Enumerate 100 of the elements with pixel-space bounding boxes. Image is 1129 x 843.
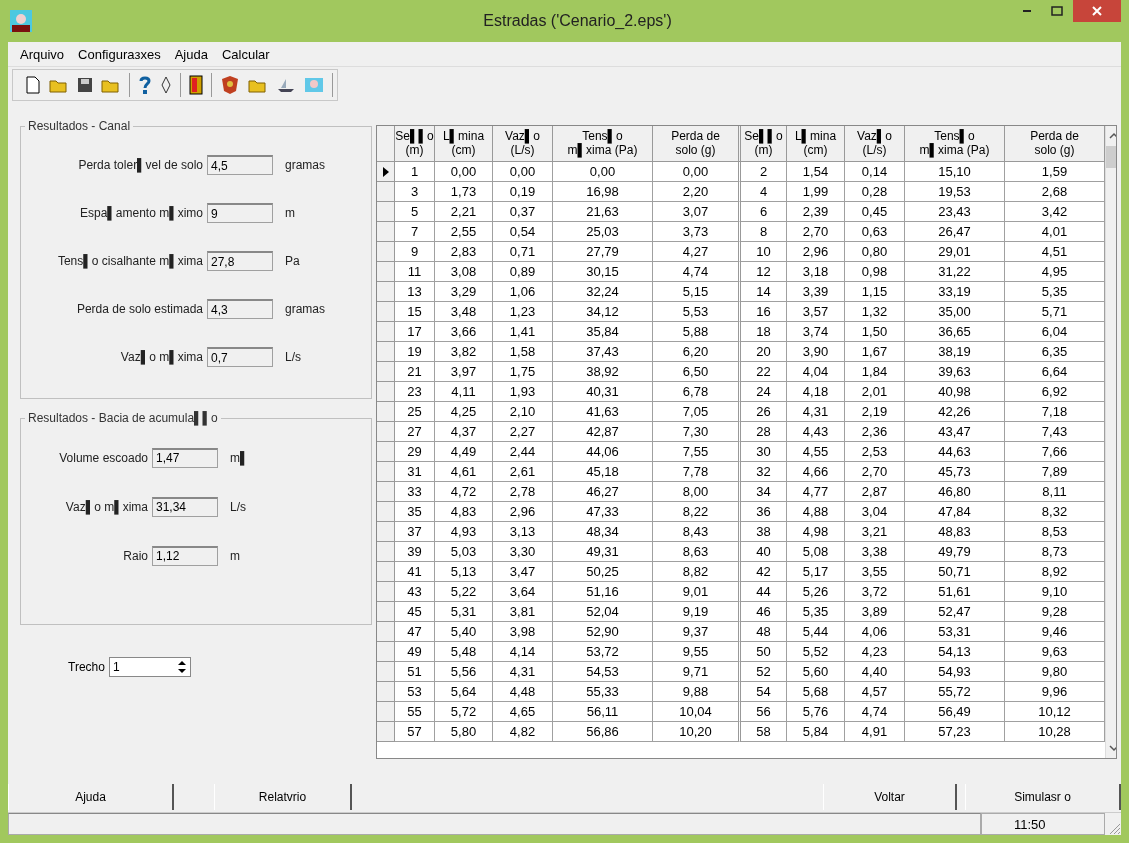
- output-field[interactable]: 4,5: [207, 155, 273, 175]
- table-cell: 2,39: [787, 202, 845, 222]
- resize-grip-icon[interactable]: [1107, 821, 1121, 835]
- table-cell: 2,53: [845, 442, 905, 462]
- table-cell: 9,01: [653, 582, 741, 602]
- table-cell: 48,34: [553, 522, 653, 542]
- table-cell: 3,90: [787, 342, 845, 362]
- output-field[interactable]: 27,8: [207, 251, 273, 271]
- question-mark-icon[interactable]: [138, 75, 152, 95]
- column-header: Perda de solo (g): [653, 126, 741, 162]
- output-field[interactable]: 0,7: [207, 347, 273, 367]
- table-cell: 56,86: [553, 722, 653, 742]
- row-header[interactable]: [377, 162, 395, 182]
- table-cell: 0,71: [493, 242, 553, 262]
- table-cell: 4,72: [435, 482, 493, 502]
- picture-icon[interactable]: [304, 76, 324, 94]
- table-cell: 4,04: [787, 362, 845, 382]
- table-cell: 26,47: [905, 222, 1005, 242]
- table-cell: 7,05: [653, 402, 741, 422]
- table-cell: 22: [741, 362, 787, 382]
- output-field[interactable]: 9: [207, 203, 273, 223]
- table-cell: 7,55: [653, 442, 741, 462]
- output-field[interactable]: 1,47: [152, 447, 218, 468]
- table-cell: 46: [741, 602, 787, 622]
- scroll-down-icon[interactable]: [1108, 744, 1116, 752]
- table-cell: 7,30: [653, 422, 741, 442]
- table-cell: 9: [395, 242, 435, 262]
- table-cell: 57: [395, 722, 435, 742]
- table-cell: 55,72: [905, 682, 1005, 702]
- table-cell: 30: [741, 442, 787, 462]
- table-cell: 23,43: [905, 202, 1005, 222]
- table-cell: 2,83: [435, 242, 493, 262]
- table-cell: 9,55: [653, 642, 741, 662]
- table-cell: 2,21: [435, 202, 493, 222]
- table-cell: 36: [741, 502, 787, 522]
- table-cell: 0,00: [653, 162, 741, 182]
- table-cell: 39: [395, 542, 435, 562]
- dialog-button[interactable]: Relatvrio: [214, 784, 352, 810]
- table-cell: 0,00: [435, 162, 493, 182]
- table-cell: 3,47: [493, 562, 553, 582]
- table-cell: 8: [741, 222, 787, 242]
- table-cell: 19,53: [905, 182, 1005, 202]
- exit-door-icon[interactable]: [189, 75, 203, 95]
- table-cell: 47,84: [905, 502, 1005, 522]
- output-field[interactable]: 4,3: [207, 299, 273, 319]
- table-cell: 2,20: [653, 182, 741, 202]
- table-cell: 4,65: [493, 702, 553, 722]
- spin-field[interactable]: 1: [108, 657, 191, 677]
- unit-label: L/s: [285, 350, 301, 364]
- scroll-up-icon[interactable]: [1108, 132, 1116, 140]
- field-label: Vaz▌o m▌xima: [119, 350, 204, 364]
- table-cell: 6,20: [653, 342, 741, 362]
- table-cell: 4,49: [435, 442, 493, 462]
- dialog-button[interactable]: Ajuda: [8, 784, 174, 810]
- dialog-button[interactable]: Voltar: [823, 784, 957, 810]
- table-cell: 4,57: [845, 682, 905, 702]
- table-cell: 10,04: [653, 702, 741, 722]
- column-header: Se▌▌o (m): [395, 126, 435, 162]
- table-cell: 45,18: [553, 462, 653, 482]
- dialog-button[interactable]: Simulasr o: [965, 784, 1121, 810]
- minimize-icon: [1023, 10, 1031, 12]
- table-cell: 54,53: [553, 662, 653, 682]
- table-cell: 34,12: [553, 302, 653, 322]
- table-cell: 0,00: [553, 162, 653, 182]
- table-cell: 4,93: [435, 522, 493, 542]
- table-cell: 18: [741, 322, 787, 342]
- table-cell: 4,83: [435, 502, 493, 522]
- emblem-icon[interactable]: [220, 75, 240, 95]
- table-cell: 4,66: [787, 462, 845, 482]
- table-cell: 3,64: [493, 582, 553, 602]
- menu-item[interactable]: Ajuda: [174, 46, 208, 62]
- unit-label: Pa: [285, 254, 300, 268]
- table-cell: 7,78: [653, 462, 741, 482]
- output-field[interactable]: 31,34: [152, 496, 218, 517]
- new-file-icon[interactable]: [25, 76, 41, 94]
- table-cell: 6,50: [653, 362, 741, 382]
- unit-label: gramas: [285, 158, 325, 172]
- table-cell: 3,82: [435, 342, 493, 362]
- table-cell: 3,72: [845, 582, 905, 602]
- output-field[interactable]: 1,12: [152, 545, 218, 566]
- close-icon: [1091, 5, 1103, 17]
- table-cell: 1: [395, 162, 435, 182]
- table-cell: 1,73: [435, 182, 493, 202]
- close-button[interactable]: [1073, 0, 1121, 22]
- table-cell: 37,43: [553, 342, 653, 362]
- table-cell: 4,06: [845, 622, 905, 642]
- pointer-icon[interactable]: [160, 75, 172, 95]
- menu-item[interactable]: Arquivo: [20, 46, 65, 62]
- menu-item[interactable]: Configuraзxes: [78, 46, 161, 62]
- table-cell: 27,79: [553, 242, 653, 262]
- table-cell: 0,98: [845, 262, 905, 282]
- table-cell: 8,82: [653, 562, 741, 582]
- table-cell: 3: [395, 182, 435, 202]
- table-cell: 3,04: [845, 502, 905, 522]
- save-icon[interactable]: [77, 77, 93, 93]
- menu-item[interactable]: Calcular: [221, 46, 270, 62]
- table-cell: 5,26: [787, 582, 845, 602]
- column-header: Perda de solo (g): [1005, 126, 1105, 162]
- table-cell: 45,73: [905, 462, 1005, 482]
- table-cell: 3,55: [845, 562, 905, 582]
